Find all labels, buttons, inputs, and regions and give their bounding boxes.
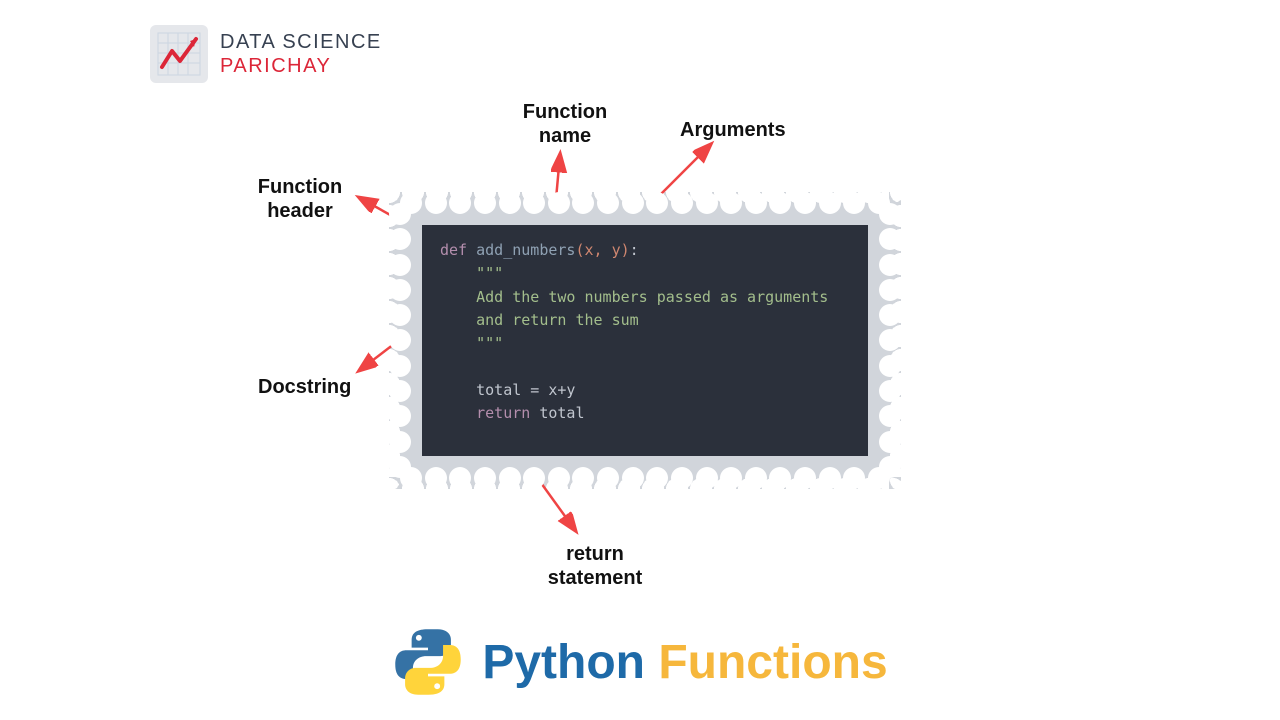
stamp-scallop [400, 467, 890, 489]
chart-icon [150, 25, 208, 83]
code-keyword-def: def [440, 241, 467, 259]
page-title: Python Functions [482, 635, 887, 690]
python-logo-icon [392, 626, 464, 698]
brand-line1: DATA SCIENCE [220, 30, 382, 54]
code-assign: total = x+y [476, 381, 575, 399]
code-doc-line2: and return the sum [476, 311, 639, 329]
brand-logo: DATA SCIENCE PARICHAY [150, 25, 382, 83]
code-params: (x, y) [575, 241, 629, 259]
stamp-scallop [879, 203, 901, 478]
title-word2: Functions [658, 636, 887, 689]
label-docstring: Docstring [258, 375, 351, 399]
code-doc-open: """ [476, 264, 503, 282]
code-stamp-frame: def add_numbers(x, y): """ Add the two n… [400, 203, 890, 478]
label-return-statement: returnstatement [530, 542, 660, 590]
brand-line2: PARICHAY [220, 54, 382, 78]
stamp-scallop [400, 192, 890, 214]
label-function-header: Functionheader [245, 175, 355, 223]
page-title-row: Python Functions [0, 626, 1280, 698]
brand-name: DATA SCIENCE PARICHAY [220, 30, 382, 78]
code-doc-line1: Add the two numbers passed as arguments [476, 288, 828, 306]
code-doc-close: """ [476, 334, 503, 352]
code-block: def add_numbers(x, y): """ Add the two n… [422, 225, 868, 456]
stamp-scallop [389, 203, 411, 478]
code-colon: : [630, 241, 639, 259]
code-func-name: add_numbers [476, 241, 575, 259]
label-function-name: Functionname [510, 100, 620, 148]
code-keyword-return: return [476, 404, 530, 422]
title-word1: Python [482, 636, 645, 689]
label-arguments: Arguments [680, 118, 786, 142]
code-return-var: total [539, 404, 584, 422]
